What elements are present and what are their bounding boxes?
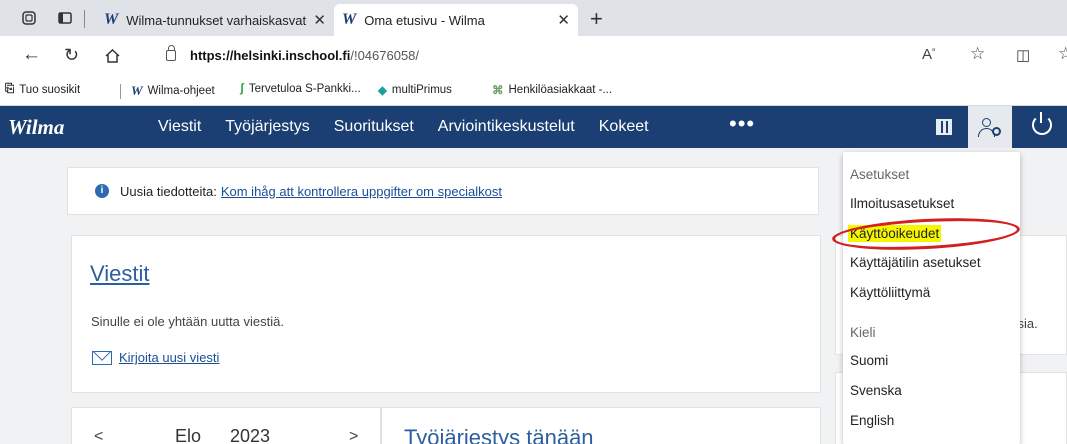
menu-header-settings: Asetukset bbox=[850, 167, 910, 182]
wilma-logo[interactable]: Wilma bbox=[8, 115, 64, 140]
new-tab-icon[interactable]: + bbox=[590, 6, 603, 32]
tab-title: Oma etusivu - Wilma bbox=[364, 12, 485, 28]
next-month-button[interactable]: > bbox=[349, 428, 358, 444]
messages-title[interactable]: Viestit bbox=[90, 261, 150, 287]
menu-item-lang-svenska[interactable]: Svenska bbox=[850, 383, 902, 398]
notice-label: Uusia tiedotteita: bbox=[120, 183, 217, 199]
menu-item-notifications[interactable]: Ilmoitusasetukset bbox=[850, 196, 954, 211]
nav-viestit[interactable]: Viestit bbox=[158, 118, 201, 136]
schedule-title[interactable]: Työjärjestys tänään bbox=[404, 425, 594, 444]
nav-arviointikeskustelut[interactable]: Arviointikeskustelut bbox=[438, 118, 575, 136]
messages-card: Viestit Sinulle ei ole yhtään uutta vies… bbox=[71, 235, 821, 393]
divider bbox=[120, 84, 121, 99]
bookmark-label: Wilma-ohjeet bbox=[147, 85, 215, 97]
close-tab-icon[interactable]: ✕ bbox=[557, 11, 570, 29]
wilma-favicon-icon: W bbox=[131, 83, 143, 98]
url-host: https://helsinki.inschool.fi bbox=[190, 48, 351, 63]
wilma-favicon-icon: W bbox=[104, 11, 119, 28]
bookmark-multiprimus[interactable]: ◆ multiPrimus bbox=[378, 83, 452, 97]
bookmarks-bar: ⎘ Tuo suosikit W Wilma-ohjeet ʃ Tervetul… bbox=[0, 76, 1067, 106]
read-aloud-icon[interactable]: Aᵃ bbox=[922, 46, 935, 63]
messages-empty-text: Sinulle ei ole yhtään uutta viestiä. bbox=[91, 314, 284, 329]
menu-item-lang-english[interactable]: English bbox=[850, 413, 894, 428]
nav-suoritukset[interactable]: Suoritukset bbox=[334, 118, 414, 136]
menu-item-account-settings[interactable]: Käyttäjätilin asetukset bbox=[850, 255, 981, 270]
multiprimus-icon: ◆ bbox=[378, 85, 387, 97]
schedule-today-card: Työjärjestys tänään bbox=[381, 407, 821, 444]
tab-actions-icon[interactable] bbox=[56, 9, 74, 27]
bookmark-label: Tervetuloa S-Pankki... bbox=[248, 83, 361, 95]
qr-code-icon[interactable] bbox=[936, 119, 952, 135]
import-icon: ⎘ bbox=[5, 83, 15, 95]
lock-icon bbox=[166, 45, 176, 61]
wilma-header: Wilma Viestit Työjärjestys Suoritukset A… bbox=[0, 106, 1067, 148]
news-notice: i Uusia tiedotteita: Kom ihåg att kontro… bbox=[67, 167, 819, 215]
close-tab-icon[interactable]: ✕ bbox=[313, 11, 326, 29]
divider bbox=[84, 10, 85, 28]
workspaces-icon[interactable] bbox=[20, 9, 38, 27]
split-screen-icon[interactable]: ◫ bbox=[1016, 46, 1030, 64]
write-message-label: Kirjoita uusi viesti bbox=[119, 350, 220, 365]
bookmark-s-pankki[interactable]: ʃ Tervetuloa S-Pankki... bbox=[240, 83, 361, 95]
gear-icon bbox=[992, 127, 1001, 136]
menu-item-lang-suomi[interactable]: Suomi bbox=[850, 353, 888, 368]
refresh-icon[interactable]: ↻ bbox=[64, 45, 79, 66]
back-icon[interactable]: ← bbox=[22, 44, 41, 66]
prev-month-button[interactable]: < bbox=[94, 428, 103, 444]
browser-tab-2[interactable]: W Oma etusivu - Wilma ✕ bbox=[334, 4, 578, 36]
address-bar: ← ↻ https://helsinki.inschool.fi/!046760… bbox=[0, 36, 1067, 76]
bookmark-henkiloasiakkaat[interactable]: ⌘ Henkilöasiakkaat -... bbox=[492, 83, 612, 97]
info-icon: i bbox=[95, 184, 109, 198]
bookmark-label: Henkilöasiakkaat -... bbox=[508, 84, 613, 96]
calendar-year: 2023 bbox=[230, 426, 271, 444]
bookmark-label: Tuo suosikit bbox=[19, 83, 81, 96]
power-icon[interactable] bbox=[1032, 112, 1052, 135]
url-field[interactable]: https://helsinki.inschool.fi/!04676058/ bbox=[166, 45, 420, 63]
calendar-month: Elo bbox=[175, 426, 202, 444]
user-settings-button[interactable] bbox=[968, 106, 1012, 148]
menu-header-language: Kieli bbox=[850, 325, 876, 340]
s-pankki-icon: ʃ bbox=[240, 83, 244, 95]
browser-tab-1[interactable]: W Wilma-tunnukset varhaiskasvatu ✕ bbox=[96, 4, 334, 36]
favorite-star-icon[interactable]: ☆ bbox=[970, 44, 985, 64]
nav-tyojarjestys[interactable]: Työjärjestys bbox=[225, 118, 309, 136]
main-nav: Viestit Työjärjestys Suoritukset Arvioin… bbox=[158, 118, 673, 136]
calendar-card: < Elo 2023 > bbox=[71, 407, 381, 444]
menu-item-permissions[interactable]: Käyttöoikeudet bbox=[848, 225, 942, 242]
menu-item-interface[interactable]: Käyttöliittymä bbox=[850, 285, 930, 300]
envelope-icon bbox=[92, 350, 112, 365]
nav-kokeet[interactable]: Kokeet bbox=[599, 118, 649, 136]
user-settings-menu: Asetukset Ilmoitusasetukset Käyttöoikeud… bbox=[843, 152, 1020, 444]
home-icon[interactable] bbox=[104, 48, 121, 64]
wilma-favicon-icon: W bbox=[342, 11, 357, 28]
browser-tab-strip: W Wilma-tunnukset varhaiskasvatu ✕ W Oma… bbox=[0, 0, 1067, 36]
bookmark-import[interactable]: ⎘ Tuo suosikit bbox=[5, 83, 80, 96]
bookmark-wilma-ohjeet[interactable]: W Wilma-ohjeet bbox=[131, 83, 215, 99]
notice-link[interactable]: Kom ihåg att kontrollera uppgifter om sp… bbox=[221, 184, 502, 199]
write-message-link[interactable]: Kirjoita uusi viesti bbox=[92, 350, 219, 365]
tab-title: Wilma-tunnukset varhaiskasvatu bbox=[126, 12, 308, 28]
bank-icon: ⌘ bbox=[492, 85, 504, 97]
bookmark-label: multiPrimus bbox=[391, 84, 452, 96]
url-path: /!04676058/ bbox=[350, 48, 420, 63]
user-icon bbox=[982, 118, 991, 127]
favorites-icon[interactable]: ☆ bbox=[1058, 44, 1067, 64]
more-menu-icon[interactable]: ••• bbox=[729, 111, 755, 137]
